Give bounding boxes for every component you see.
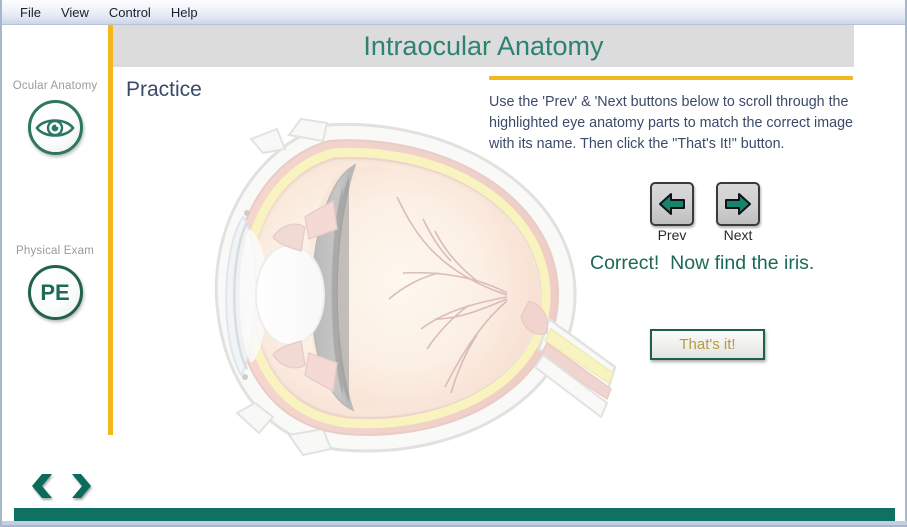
prev-button-label: Prev <box>657 227 687 243</box>
pe-icon-label: PE <box>40 279 70 305</box>
instructions-text: Use the 'Prev' & 'Next buttons below to … <box>489 94 853 152</box>
sidebar-divider <box>108 25 113 435</box>
section-heading: Practice <box>126 78 202 101</box>
eye-icon-glyph <box>35 118 75 137</box>
feedback-message: Correct! Now find the iris. <box>590 252 815 274</box>
menu-view[interactable]: View <box>51 3 99 22</box>
eye-icon[interactable] <box>27 100 83 155</box>
menu-file[interactable]: File <box>10 3 51 22</box>
menu-bar: File View Control Help <box>2 0 905 25</box>
next-button[interactable] <box>716 182 760 226</box>
prev-button[interactable] <box>650 182 694 226</box>
thats-it-button[interactable]: That's it! <box>650 329 765 360</box>
sidebar: Ocular Anatomy Physical Exam PE <box>2 25 108 503</box>
sidebar-item-physical-exam[interactable]: Physical Exam PE <box>2 245 108 320</box>
navigation-buttons: Prev Next <box>650 182 780 243</box>
status-bar <box>2 521 907 525</box>
menu-help[interactable]: Help <box>161 3 208 22</box>
forward-arrow-icon[interactable] <box>66 473 96 499</box>
sidebar-item-ocular-anatomy[interactable]: Ocular Anatomy <box>2 80 108 155</box>
sidebar-item-label: Ocular Anatomy <box>12 80 98 92</box>
left-arrow-icon <box>659 193 685 215</box>
back-arrow-icon[interactable] <box>28 473 58 499</box>
eye-anatomy-svg <box>214 117 617 457</box>
right-arrow-icon <box>725 193 751 215</box>
next-button-label: Next <box>723 227 753 243</box>
menu-control[interactable]: Control <box>99 3 161 22</box>
application-window: File View Control Help Ocular Anatomy Ph… <box>0 0 907 527</box>
panel-divider <box>489 76 853 80</box>
page-title: Intraocular Anatomy <box>363 30 604 61</box>
pe-icon[interactable]: PE <box>27 265 83 320</box>
sidebar-item-label: Physical Exam <box>15 245 94 257</box>
eye-anatomy-diagram <box>177 105 627 475</box>
page-navigation <box>28 472 98 500</box>
